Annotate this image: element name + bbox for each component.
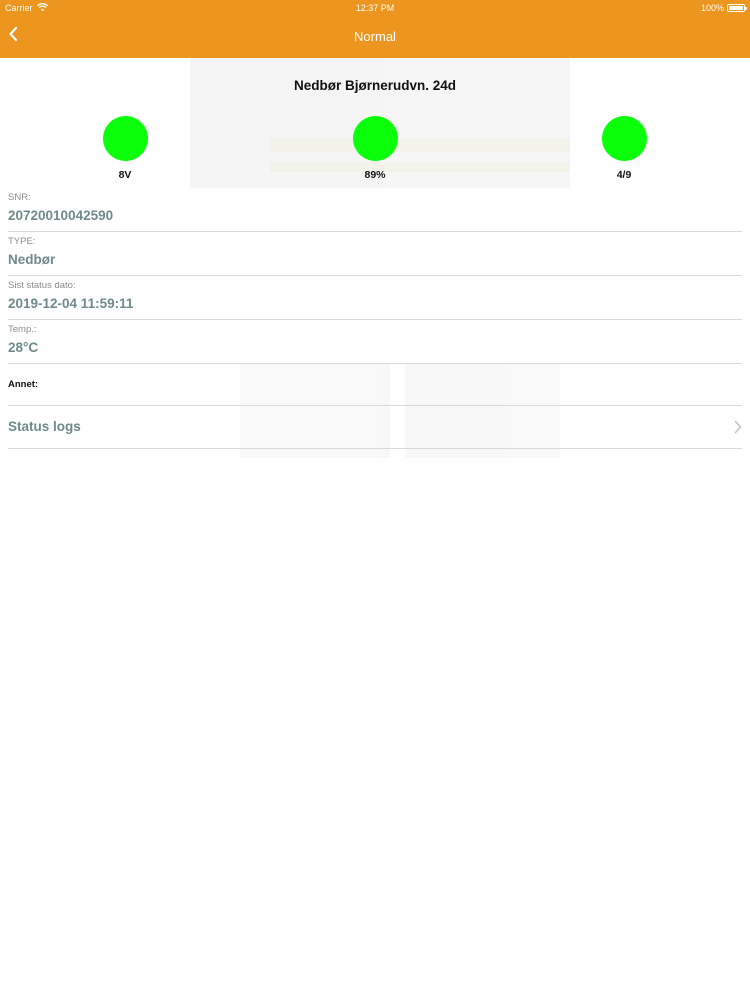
temperature-value: 28°C: [8, 340, 39, 355]
snr-field: SNR: 20720010042590: [8, 188, 742, 232]
temperature-field: Temp.: 28°C: [8, 320, 742, 364]
snr-value: 20720010042590: [8, 208, 114, 223]
signal-status-dot: [601, 116, 647, 161]
last-status-date-value: 2019-12-04 11:59:11: [8, 296, 134, 311]
divider: [8, 448, 742, 449]
type-label: TYPE:: [8, 236, 36, 247]
status-logs-row[interactable]: Status logs: [8, 406, 742, 448]
type-value: Nedbør: [8, 252, 56, 267]
device-name: Nedbør Bjørnerudvn. 24d: [293, 78, 457, 93]
type-field: TYPE: Nedbør: [8, 232, 742, 276]
voltage-indicator: 8V: [85, 116, 165, 181]
voltage-label: 8V: [118, 169, 132, 181]
chevron-right-icon: [734, 420, 742, 439]
signal-label: 4/9: [616, 169, 632, 181]
annet-label: Annet:: [8, 379, 39, 390]
status-time: 12:37 PM: [355, 3, 395, 13]
status-logs-label: Status logs: [8, 419, 81, 434]
battery-icon: [727, 4, 747, 12]
battery-level-indicator: 89%: [335, 116, 415, 181]
page-title: Normal: [354, 29, 396, 44]
battery-level-label: 89%: [364, 169, 386, 181]
nav-header: Carrier 12:37 PM 100% Normal: [0, 0, 750, 58]
status-bar: Carrier 12:37 PM 100%: [0, 0, 750, 16]
battery-level-status-dot: [352, 116, 398, 161]
battery: 100%: [700, 3, 747, 13]
battery-percent: 100%: [700, 3, 724, 13]
temperature-label: Temp.:: [8, 324, 37, 335]
voltage-status-dot: [102, 116, 148, 161]
signal-indicator: 4/9: [584, 116, 664, 181]
last-status-date-field: Sist status dato: 2019-12-04 11:59:11: [8, 276, 742, 320]
last-status-date-label: Sist status dato:: [8, 280, 76, 291]
snr-label: SNR:: [8, 192, 31, 203]
